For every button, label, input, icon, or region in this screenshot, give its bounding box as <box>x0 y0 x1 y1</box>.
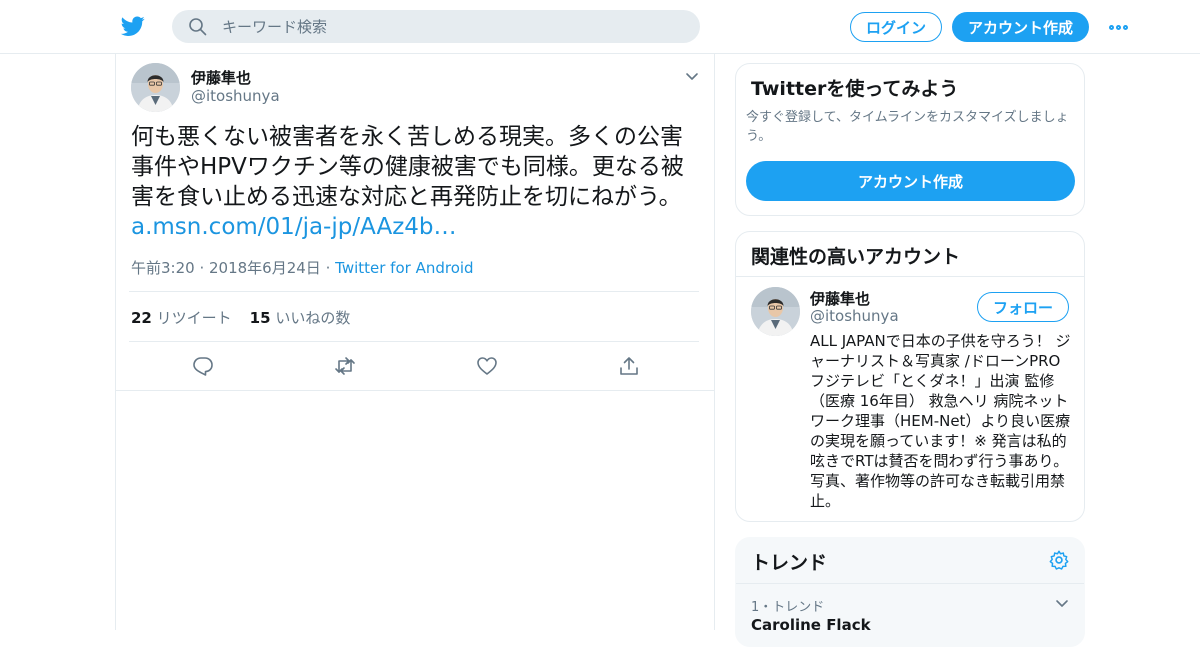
divider <box>129 291 699 292</box>
top-nav-bar: ログイン アカウント作成 <box>0 0 1200 54</box>
trends-card: トレンド 1・トレンド Caroline Flack <box>735 537 1085 647</box>
tweet-timestamp[interactable]: 午前3:20 · 2018年6月24日 <box>131 259 321 277</box>
search-input[interactable] <box>222 17 682 36</box>
chevron-down-icon[interactable] <box>684 68 700 84</box>
search-bar[interactable] <box>172 10 700 43</box>
reply-icon[interactable] <box>192 355 214 377</box>
search-icon <box>189 17 207 35</box>
tweet-body: 何も悪くない被害者を永く苦しめる現実。多くの公害事件やHPVワクチン等の健康被害… <box>131 124 684 210</box>
gear-icon[interactable] <box>1048 549 1070 571</box>
like-label: いいねの数 <box>275 309 351 327</box>
retweet-label: リツイート <box>156 309 232 327</box>
related-account-name[interactable]: 伊藤隼也 <box>810 288 870 309</box>
retweet-stat[interactable]: 22 リツイート <box>131 309 232 327</box>
avatar[interactable] <box>131 63 180 112</box>
signup-button[interactable]: アカウント作成 <box>952 12 1089 42</box>
signup-card-title: Twitterを使ってみよう <box>751 78 959 100</box>
tweet-stats: 22 リツイート 15 いいねの数 <box>131 307 350 328</box>
author-name[interactable]: 伊藤隼也 <box>191 67 251 88</box>
signup-card-description: 今すぐ登録して、タイムラインをカスタマイズしましょう。 <box>746 110 1069 144</box>
divider <box>116 390 714 391</box>
tweet-source[interactable]: Twitter for Android <box>335 259 473 277</box>
tweet-link[interactable]: a.msn.com/01/ja-jp/AAz4b… <box>131 214 457 240</box>
tweet-detail-column: 伊藤隼也 @itoshunya 何も悪くない被害者を永く苦しめる現実。多くの公害… <box>115 54 715 630</box>
divider <box>736 583 1084 584</box>
avatar[interactable] <box>751 287 800 336</box>
more-icon[interactable] <box>1106 18 1130 36</box>
divider <box>736 276 1084 277</box>
share-icon[interactable] <box>618 355 640 377</box>
retweet-icon[interactable] <box>334 355 356 377</box>
trends-title: トレンド <box>751 552 828 574</box>
follow-button[interactable]: フォロー <box>977 292 1069 322</box>
signup-card: Twitterを使ってみよう 今すぐ登録して、タイムラインをカスタマイズしましょ… <box>735 63 1085 216</box>
like-stat[interactable]: 15 いいねの数 <box>250 309 351 327</box>
related-card-title: 関連性の高いアカウント <box>751 246 961 268</box>
trend-meta: 1・トレンド <box>751 600 825 615</box>
tweet-text: 何も悪くない被害者を永く苦しめる現実。多くの公害事件やHPVワクチン等の健康被害… <box>131 122 701 242</box>
meta-separator: · <box>325 259 331 277</box>
retweet-count: 22 <box>131 309 152 327</box>
divider <box>129 341 699 342</box>
create-account-button[interactable]: アカウント作成 <box>746 161 1075 201</box>
like-icon[interactable] <box>476 355 498 377</box>
related-account-bio: ALL JAPANで日本の子供を守ろう！ ジャーナリスト＆写真家 /ドローンPR… <box>810 332 1071 510</box>
trend-item[interactable]: Caroline Flack <box>751 616 871 634</box>
related-accounts-card: 関連性の高いアカウント 伊藤隼也 @itoshunya フォロー ALL JAP… <box>735 231 1085 522</box>
author-handle[interactable]: @itoshunya <box>191 87 280 105</box>
tweet-meta: 午前3:20 · 2018年6月24日 · Twitter for Androi… <box>131 257 474 278</box>
twitter-bird-icon[interactable] <box>120 14 146 38</box>
like-count: 15 <box>249 309 271 327</box>
login-button[interactable]: ログイン <box>850 12 942 42</box>
related-account-handle[interactable]: @itoshunya <box>810 307 899 325</box>
chevron-down-icon[interactable] <box>1054 595 1070 611</box>
